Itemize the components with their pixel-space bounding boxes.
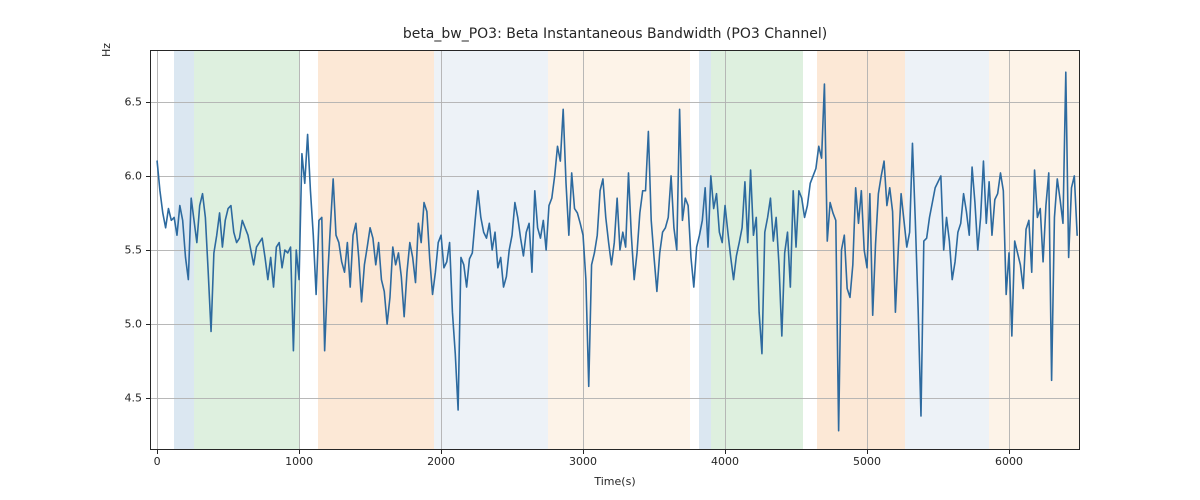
- x-tick-label: 3000: [553, 455, 613, 468]
- tick-mark-x: [1009, 450, 1010, 454]
- y-tick-label: 5.0: [92, 318, 142, 331]
- x-axis-label: Time(s): [150, 475, 1080, 488]
- chart-title: beta_bw_PO3: Beta Instantaneous Bandwidt…: [150, 26, 1080, 42]
- tick-mark-x: [299, 450, 300, 454]
- tick-mark-y: [146, 324, 150, 325]
- x-tick-label: 4000: [695, 455, 755, 468]
- plot-area: [150, 50, 1080, 450]
- tick-mark-x: [867, 450, 868, 454]
- x-tick-label: 5000: [837, 455, 897, 468]
- y-tick-label: 5.5: [92, 244, 142, 257]
- tick-mark-x: [157, 450, 158, 454]
- tick-mark-y: [146, 250, 150, 251]
- figure: beta_bw_PO3: Beta Instantaneous Bandwidt…: [0, 0, 1200, 500]
- tick-mark-y: [146, 176, 150, 177]
- y-tick-label: 6.0: [92, 169, 142, 182]
- tick-mark-y: [146, 102, 150, 103]
- y-tick-label: 6.5: [92, 95, 142, 108]
- tick-mark-x: [725, 450, 726, 454]
- x-tick-label: 1000: [269, 455, 329, 468]
- y-axis-label: Hz: [100, 0, 120, 250]
- x-tick-label: 2000: [411, 455, 471, 468]
- tick-mark-y: [146, 398, 150, 399]
- x-tick-label: 6000: [979, 455, 1039, 468]
- tick-mark-x: [441, 450, 442, 454]
- axes: 01000200030004000500060004.55.05.56.06.5: [150, 50, 1080, 450]
- x-tick-label: 0: [127, 455, 187, 468]
- y-tick-label: 4.5: [92, 392, 142, 405]
- line-series: [150, 50, 1080, 450]
- tick-mark-x: [583, 450, 584, 454]
